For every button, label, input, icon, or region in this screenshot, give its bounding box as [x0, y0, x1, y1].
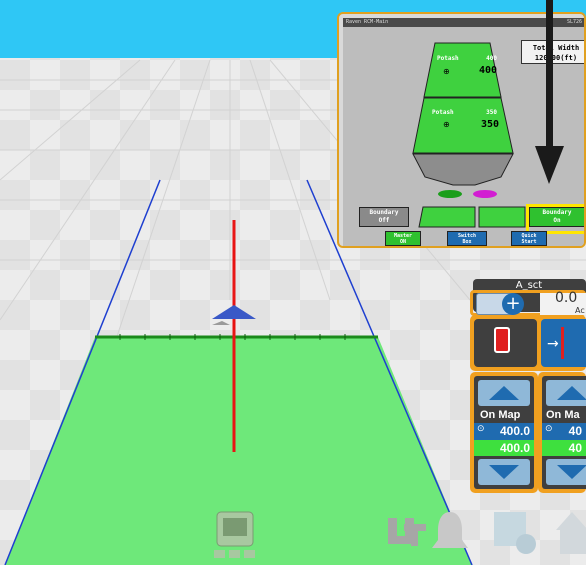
bin-lower-rate-icon: ⊕ [443, 120, 450, 129]
rate-down-button-2[interactable] [546, 459, 586, 485]
bin-lower-label: Potash [432, 109, 454, 116]
bin-upper-labels[interactable]: Potash 400 [437, 55, 497, 62]
rate-up-button-2[interactable] [546, 380, 586, 406]
vt-title-right: SL726 [566, 19, 582, 25]
arrow-right-icon: → [547, 336, 559, 352]
product-1-actual-rate: 400.0 [474, 440, 534, 456]
spinner-right-icon [473, 190, 497, 198]
bin-upper-rate[interactable]: 400 [445, 65, 497, 76]
product-2-actual-rate: 40 [542, 440, 586, 456]
up-arrow-icon [489, 386, 519, 400]
master-on-button[interactable]: Master ON [385, 231, 421, 246]
target-rate-icon: ⊙ [477, 424, 485, 434]
up-arrow-icon [494, 327, 510, 353]
quick-start-button[interactable]: Quick Start [511, 231, 547, 246]
rate-down-button[interactable] [478, 459, 530, 485]
guidance-line-toggle-icon [561, 327, 564, 359]
section-box-left [418, 206, 476, 228]
guidance-toggle-button[interactable]: → [541, 319, 586, 367]
rate-up-button[interactable] [478, 380, 530, 406]
product-1-mode: On Map [480, 409, 521, 421]
add-icon[interactable]: + [502, 293, 524, 315]
display-icon[interactable] [214, 511, 255, 558]
target-rate-icon: ⊙ [545, 424, 553, 434]
vt-titlebar: Raven RCM-Main SL726 [343, 18, 584, 27]
hopper-shape [412, 153, 514, 186]
bin-lower-labels[interactable]: Potash 350 [432, 109, 497, 116]
bin-upper-rate-icon: ⊕ [443, 67, 450, 76]
down-arrow-icon [557, 465, 586, 479]
bin-upper-target: 400 [486, 55, 497, 62]
bin-lower-rate[interactable]: 350 [447, 119, 499, 130]
highlight-box [526, 204, 584, 234]
total-width-box[interactable]: Total Width 120.00(ft) [521, 40, 584, 64]
master-toggle-button[interactable] [474, 319, 537, 367]
area-counter-unit: Ac [575, 306, 585, 315]
product-1-card: On Map 400.0 ⊙ 400.0 [474, 376, 534, 489]
vt-inset-panel: Raven RCM-Main SL726 Total Width 120.00(… [337, 12, 586, 248]
product-2-card: On Ma 40 ⊙ 40 [542, 376, 586, 489]
total-width-label: Total Width [532, 44, 580, 52]
bin-lower-target: 350 [486, 109, 497, 116]
vt-title: Raven RCM-Main [346, 19, 389, 25]
area-counter-value: 0.0 [555, 290, 578, 306]
down-arrow-icon [489, 465, 519, 479]
up-arrow-icon [557, 386, 586, 400]
spinner-left-icon [438, 190, 462, 198]
section-box-right [478, 206, 526, 228]
product-2-mode: On Ma [546, 409, 580, 421]
boundary-off-button[interactable]: Boundary Off [359, 207, 409, 227]
vt-screen: Total Width 120.00(ft) Potash 400 400 ⊕ … [343, 27, 584, 246]
bin-upper-label: Potash [437, 55, 459, 62]
total-width-value: 120.00(ft) [534, 54, 578, 62]
switch-box-button[interactable]: Switch Box [447, 231, 487, 246]
